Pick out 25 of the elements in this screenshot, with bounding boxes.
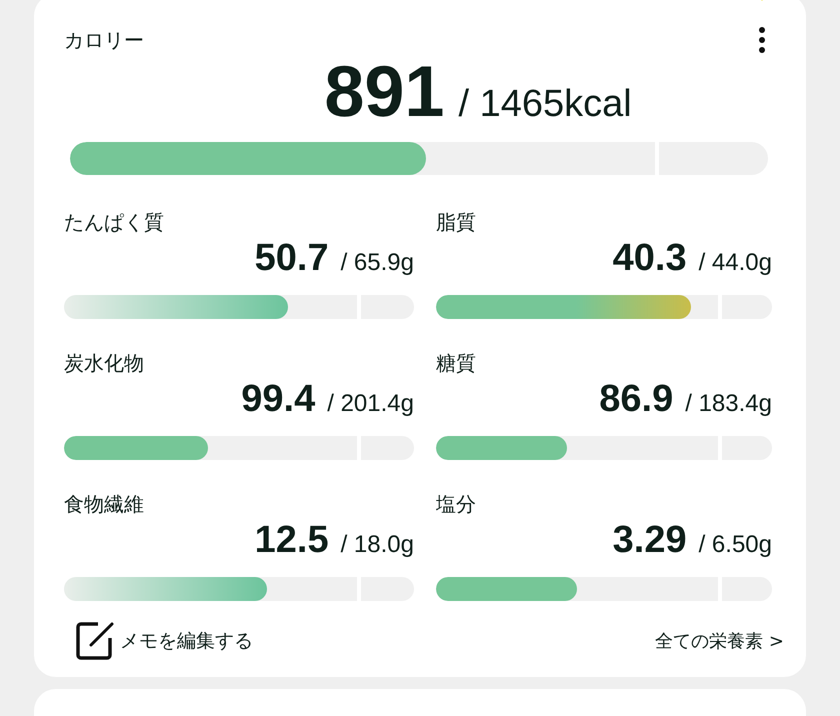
nutrient-value: 12.5 <box>254 518 329 562</box>
edit-icon <box>74 620 116 662</box>
calorie-title: カロリー <box>64 28 144 52</box>
nutrient-label: たんぱく質 <box>64 210 165 234</box>
calorie-target: / 1465kcal <box>458 82 632 127</box>
nutrient-target: / 201.4g <box>327 389 414 419</box>
nutrient-value: 40.3 <box>612 236 687 280</box>
calorie-value: 891 <box>324 57 444 127</box>
nutrient-value: 86.9 <box>599 377 674 421</box>
nutrient-value: 50.7 <box>254 236 329 280</box>
nutrient-value: 99.4 <box>241 377 316 421</box>
nutrient-target: / 183.4g <box>685 389 772 419</box>
nutrient-label: 食物繊維 <box>64 492 145 516</box>
nutrient-label: 糖質 <box>436 351 477 375</box>
nutrient-label: 脂質 <box>436 210 477 234</box>
nutrient-target: / 44.0g <box>698 248 772 278</box>
nutrient-label: 塩分 <box>436 492 477 516</box>
nutrient-target: / 65.9g <box>340 248 414 278</box>
nutrient-target: / 6.50g <box>698 530 772 560</box>
all-nutrients-link[interactable]: 全ての栄養素 > <box>655 629 784 653</box>
nutrient-value: 3.29 <box>612 518 687 562</box>
nutrient-label: 炭水化物 <box>64 351 145 375</box>
edit-memo-button[interactable]: メモを編集する <box>74 620 253 662</box>
nutrient-target: / 18.0g <box>340 530 414 560</box>
more-icon[interactable] <box>758 27 766 53</box>
